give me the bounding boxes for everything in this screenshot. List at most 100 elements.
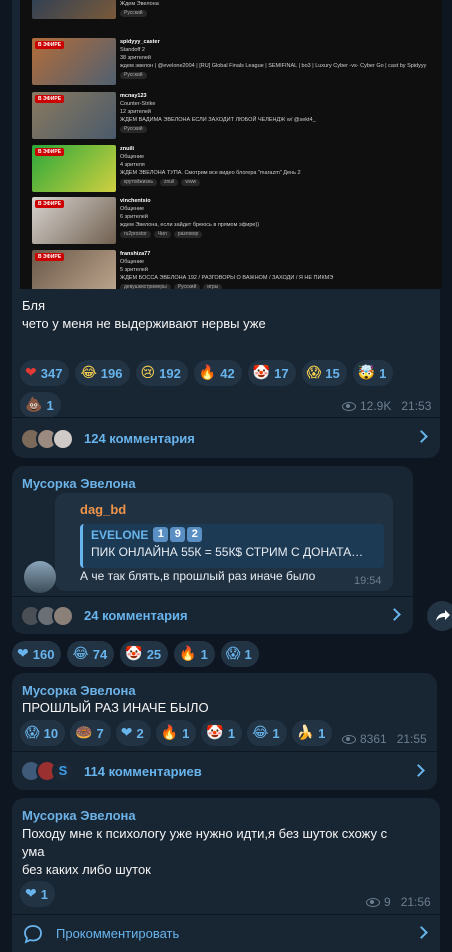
stream-info: vinchentsio Общение 6 зрителей ждем Эвелона… [120,197,438,238]
avatar [52,427,74,450]
stream-thumbnail[interactable]: В ЭФИРЕ [32,38,116,85]
reaction-count: 1 [318,725,326,741]
reaction-exploding-head[interactable]: 🤯 1 [352,360,394,386]
reaction-heart[interactable]: ❤ 347 [20,360,70,386]
share-button[interactable] [427,601,452,631]
post2-comments-button[interactable]: 24 комментария [12,596,413,634]
reaction-rofl[interactable]: 😂 74 [67,641,115,667]
reaction-count: 192 [159,365,181,381]
stream-category: Общение [120,259,145,265]
stream-tag[interactable]: Русский [120,72,147,79]
reaction-heart[interactable]: ❤ 160 [12,641,62,667]
post1-text-line2: чето у меня не выдерживают нервы уже [22,316,266,331]
poop-icon: 💩 [25,397,43,413]
stream-list-screenshot[interactable]: Ждем Эвелона Русский В ЭФИРЕ spidyyy_caster… [20,0,442,289]
reaction-count: 7 [96,725,104,741]
reaction-scream[interactable]: 😱 10 [20,720,66,746]
stream-row[interactable]: В ЭФИРЕ vinchentsio Общение 6 зрителей ждем … [20,197,442,247]
stream-info: mcnay123 Counter-Strike 12 зрителей ЖДЕМ ВА… [120,92,438,133]
reaction-count: 196 [100,365,123,381]
stream-tag[interactable]: Русский [120,10,147,17]
post3-comments-button[interactable]: S 114 комментариев [12,751,437,790]
stream-title: ждем эвелон | @evelone2004 | [RU] Global… [120,63,427,69]
reaction-poop[interactable]: 💩 1 [20,392,61,418]
stream-title: ЖДЕМ БОССА ЭВЕЛОНА 192 / РАЗГОВОРЫ О ВАЖ… [120,275,334,281]
reaction-fire[interactable]: 🔥 1 [174,641,215,667]
post2-reactions: ❤ 160 😂 74 🤡 25 🔥 1 😱 1 [12,641,259,667]
stream-tag[interactable]: www [181,179,201,186]
avatar[interactable] [24,561,56,593]
reaction-rofl[interactable]: 😂 1 [247,720,287,746]
stream-tag[interactable]: Чил [153,231,171,238]
stream-category: Counter-Strike [120,101,156,107]
stream-category: Standoff 2 [120,47,145,53]
badge-2: 2 [187,527,203,542]
stream-row[interactable]: В ЭФИРЕ mcnay123 Counter-Strike 12 зрителей… [20,92,442,142]
rofl-icon: 😂 [72,646,89,662]
reaction-count: 160 [32,646,55,662]
stream-thumbnail[interactable]: В ЭФИРЕ [32,145,116,192]
live-badge: В ЭФИРЕ [35,148,65,156]
reaction-count: 1 [379,365,387,381]
post4-comment-button[interactable]: Прокомментировать [12,914,440,952]
post1-comments-button[interactable]: 124 комментария [12,417,440,459]
stream-thumbnail[interactable] [32,0,116,19]
heart-icon: ❤ [120,725,133,741]
post3-time: 21:55 [396,732,427,746]
post2-sender[interactable]: Мусорка Эвелона [22,476,136,491]
stream-tag[interactable]: znuil [160,179,179,186]
stream-tag[interactable]: Русский [120,126,147,133]
stream-channel-name: vinchentsio [120,198,151,204]
reaction-fire[interactable]: 🔥 42 [193,360,242,386]
stream-thumbnail[interactable]: В ЭФИРЕ [32,197,116,244]
banana-icon: 🍌 [296,725,315,741]
forwarded-reply[interactable]: EVELONE 1 9 2 ПИК ОНЛАЙНА 55К = 55К$ СТР… [80,524,384,568]
reaction-scream[interactable]: 😱 1 [220,641,259,667]
reaction-clown[interactable]: 🤡 1 [201,720,243,746]
clown-icon: 🤡 [252,365,271,381]
stream-tags: девушкистримеры Русский игры [120,283,438,289]
stream-tag[interactable]: разговор [173,231,203,238]
stream-channel-name: spidyyy_caster [120,39,160,45]
chevron-right-icon [388,608,401,621]
post1-text-line1: Бля [22,298,46,313]
stream-tag[interactable]: игры [203,284,223,289]
star-face-icon: 🍩 [75,725,93,741]
comments-count: 114 комментариев [84,763,202,779]
reaction-clown[interactable]: 🤡 25 [120,641,169,667]
views-icon [342,401,356,411]
stream-tag[interactable]: Русский [173,284,201,289]
reaction-count: 15 [325,365,340,381]
post4-sender[interactable]: Мусорка Эвелона [22,808,136,823]
post4-time: 21:56 [400,895,431,909]
stream-row[interactable]: В ЭФИРЕ franshiza77 Общение 5 зрителей ЖДЕМ … [20,250,442,289]
heart-icon: ❤ [25,886,37,902]
stream-thumbnail[interactable]: В ЭФИРЕ [32,92,116,139]
stream-row[interactable]: В ЭФИРЕ spidyyy_caster Standoff 2 38 зрител… [20,38,442,88]
reaction-clown[interactable]: 🤡 17 [247,360,296,386]
reaction-count: 1 [182,725,190,741]
reaction-banana[interactable]: 🍌 1 [291,720,333,746]
stream-tag[interactable]: крутойжизнь [120,179,158,186]
reaction-sad[interactable]: 😢 192 [135,360,188,386]
stream-row[interactable]: В ЭФИРЕ znuili Общение 4 зрителя ЖДЕМ ЭВЕЛОН… [20,145,442,195]
stream-viewers: 6 зрителей [120,214,148,220]
stream-tags: Русский [120,71,438,79]
stream-tag[interactable]: девушкистримеры [120,284,171,289]
commenter-avatars [20,604,74,627]
post1-meta: 12.9K 21:53 [342,399,431,413]
reaction-count: 74 [92,646,108,662]
comments-count: 124 комментария [84,431,195,446]
post3-sender[interactable]: Мусорка Эвелона [22,683,136,698]
comments-count: 24 комментария [84,608,188,623]
stream-thumbnail[interactable]: В ЭФИРЕ [32,250,116,289]
reaction-fire[interactable]: 🔥 1 [155,720,197,746]
stream-row[interactable]: Ждем Эвелона Русский [20,0,442,22]
reaction-heart[interactable]: ❤ 1 [20,881,55,907]
stream-tag[interactable]: ru2prostor [120,231,151,238]
reaction-star-face[interactable]: 🍩 7 [70,720,111,746]
stream-viewers: 12 зрителей [120,109,151,115]
reaction-heart[interactable]: ❤ 2 [115,720,151,746]
reaction-scream[interactable]: 😱 15 [301,360,347,386]
reaction-rofl[interactable]: 😂 196 [75,360,130,386]
